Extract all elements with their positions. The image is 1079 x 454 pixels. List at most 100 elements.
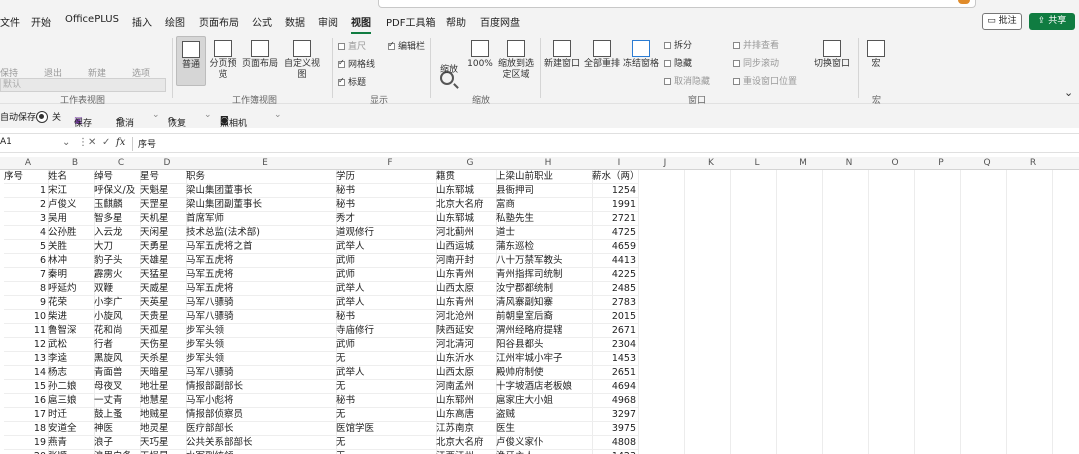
table-cell[interactable]: 1 [4, 184, 48, 198]
header-cell[interactable]: 姓名 [48, 170, 94, 184]
page-layout-view-button[interactable]: 页面布局 [240, 40, 280, 70]
tab-file[interactable]: 文件 [0, 14, 20, 29]
table-cell[interactable]: 神医 [94, 422, 140, 436]
table-cell[interactable]: 张顺 [48, 450, 94, 454]
table-cell[interactable]: 天猛星 [140, 268, 186, 282]
table-cell[interactable]: 秘书 [336, 394, 436, 408]
table-cell[interactable]: 清风寨副知寨 [496, 296, 592, 310]
table-cell[interactable]: 吴用 [48, 212, 94, 226]
tab-home[interactable]: 开始 [31, 14, 51, 29]
headings-checkbox[interactable]: 标题 [338, 75, 366, 88]
switch-window-button[interactable]: 切换窗口 [812, 40, 852, 70]
formula-input[interactable]: 序号 [138, 137, 156, 150]
table-cell[interactable]: 2485 [592, 282, 638, 296]
header-cell[interactable]: 学历 [336, 170, 436, 184]
table-cell[interactable]: 秘书 [336, 184, 436, 198]
table-cell[interactable]: 花和尚 [94, 324, 140, 338]
table-cell[interactable]: 八十万禁军教头 [496, 254, 592, 268]
table-cell[interactable]: 4725 [592, 226, 638, 240]
table-cell[interactable]: 天雄星 [140, 254, 186, 268]
table-cell[interactable]: 双鞭 [94, 282, 140, 296]
table-cell[interactable]: 地贼星 [140, 408, 186, 422]
ruler-checkbox[interactable]: 直尺 [338, 39, 366, 52]
redo-dropdown-icon[interactable]: ⌄ [204, 110, 212, 120]
table-cell[interactable]: 1453 [592, 352, 638, 366]
sheet-view-keep-button[interactable]: 保持 [0, 66, 18, 79]
table-cell[interactable]: 秘书 [336, 198, 436, 212]
table-cell[interactable]: 马军八骠骑 [186, 296, 336, 310]
table-cell[interactable]: 18 [4, 422, 48, 436]
new-window-button[interactable]: 新建窗口 [544, 40, 580, 70]
column-header-l[interactable]: L [734, 158, 780, 168]
column-header-e[interactable]: E [190, 158, 340, 168]
split-button[interactable]: 拆分 [664, 38, 692, 51]
tab-view[interactable]: 视图 [351, 14, 371, 34]
enter-icon[interactable]: ✓ [102, 137, 110, 148]
table-cell[interactable]: 2304 [592, 338, 638, 352]
table-cell[interactable]: 阳谷县都头 [496, 338, 592, 352]
table-cell[interactable]: 孙二娘 [48, 380, 94, 394]
table-cell[interactable]: 公孙胜 [48, 226, 94, 240]
table-cell[interactable]: 私塾先生 [496, 212, 592, 226]
table-cell[interactable]: 1991 [592, 198, 638, 212]
table-cell[interactable]: 16 [4, 394, 48, 408]
table-cell[interactable]: 县衙押司 [496, 184, 592, 198]
freeze-panes-button[interactable]: 冻结窗格 [622, 40, 660, 70]
sheet-view-new-button[interactable]: 新建 [88, 66, 106, 79]
tab-draw[interactable]: 绘图 [165, 14, 185, 29]
table-cell[interactable]: 渔牙主人 [496, 450, 592, 454]
table-cell[interactable]: 时迁 [48, 408, 94, 422]
sheet-view-options-button[interactable]: 选项 [132, 66, 150, 79]
table-cell[interactable]: 花荣 [48, 296, 94, 310]
column-header-a[interactable]: A [4, 158, 52, 168]
table-cell[interactable]: 天暗星 [140, 366, 186, 380]
table-cell[interactable]: 情报部侦察员 [186, 408, 336, 422]
table-cell[interactable]: 天英星 [140, 296, 186, 310]
worksheet-grid[interactable]: ABCDEFGHIJKLMNOPQR 序号 姓名 绰号 星号 职务 学历 籍贯 上梁山前职业薪… [0, 157, 1079, 454]
table-cell[interactable]: 林冲 [48, 254, 94, 268]
table-cell[interactable]: 山东郓城 [436, 212, 496, 226]
table-cell[interactable]: 富商 [496, 198, 592, 212]
sheet-view-exit-button[interactable]: 退出 [44, 66, 62, 79]
table-cell[interactable]: 马军八骠骑 [186, 366, 336, 380]
table-cell[interactable]: 霹雳火 [94, 268, 140, 282]
table-cell[interactable]: 鲁智深 [48, 324, 94, 338]
table-cell[interactable]: 山西太原 [436, 366, 496, 380]
table-cell[interactable]: 大刀 [94, 240, 140, 254]
table-cell[interactable]: 马军五虎将之首 [186, 240, 336, 254]
normal-view-button[interactable]: 普通 [176, 36, 206, 86]
table-cell[interactable]: 蒲东巡检 [496, 240, 592, 254]
table-cell[interactable]: 地慧星 [140, 394, 186, 408]
table-cell[interactable]: 14 [4, 366, 48, 380]
table-cell[interactable]: 道士 [496, 226, 592, 240]
header-cell[interactable]: 绰号 [94, 170, 140, 184]
zoom-to-selection-button[interactable]: 缩放到选定区域 [498, 40, 534, 81]
table-cell[interactable]: 步军头领 [186, 338, 336, 352]
table-cell[interactable]: 河北蓟州 [436, 226, 496, 240]
table-cell[interactable]: 天魁星 [140, 184, 186, 198]
table-cell[interactable]: 武师 [336, 338, 436, 352]
table-cell[interactable]: 首席军师 [186, 212, 336, 226]
table-cell[interactable]: 入云龙 [94, 226, 140, 240]
table-cell[interactable]: 13 [4, 352, 48, 366]
table-cell[interactable]: 汝宁郡都统制 [496, 282, 592, 296]
hide-button[interactable]: 隐藏 [664, 56, 692, 69]
header-cell[interactable]: 序号 [4, 170, 48, 184]
table-cell[interactable]: 小李广 [94, 296, 140, 310]
header-cell[interactable]: 薪水（两） [592, 170, 638, 184]
table-cell[interactable]: 10 [4, 310, 48, 324]
table-cell[interactable]: 道观修行 [336, 226, 436, 240]
table-cell[interactable]: 山东郓城 [436, 184, 496, 198]
table-cell[interactable]: 宋江 [48, 184, 94, 198]
header-cell[interactable]: 星号 [140, 170, 186, 184]
column-header-i[interactable]: I [596, 158, 642, 168]
column-header-k[interactable]: K [688, 158, 734, 168]
table-cell[interactable]: 2721 [592, 212, 638, 226]
name-box-dropdown-icon[interactable]: ⌄ [62, 137, 70, 148]
table-cell[interactable]: 杨志 [48, 366, 94, 380]
table-cell[interactable]: 扈家庄大小姐 [496, 394, 592, 408]
table-cell[interactable]: 天勇星 [140, 240, 186, 254]
header-cell[interactable]: 籍贯 [436, 170, 496, 184]
table-cell[interactable]: 马军五虎将 [186, 282, 336, 296]
table-cell[interactable]: 武松 [48, 338, 94, 352]
